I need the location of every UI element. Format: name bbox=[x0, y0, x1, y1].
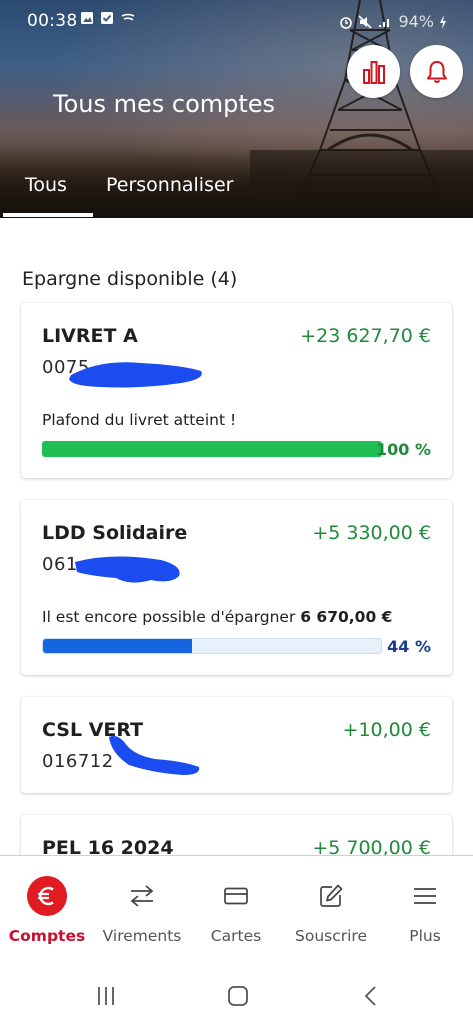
edit-icon bbox=[309, 876, 353, 916]
redaction-scribble bbox=[75, 556, 180, 583]
alarm-icon bbox=[340, 16, 353, 29]
nav-label: Plus bbox=[409, 927, 441, 945]
menu-icon bbox=[403, 876, 447, 916]
bar-chart-icon bbox=[362, 60, 385, 84]
recent-apps-button[interactable] bbox=[91, 981, 121, 1011]
header: 00:38 94% Tous mes comptes Tous Personna… bbox=[0, 0, 473, 218]
account-card-csl-vert[interactable]: CSL VERT +10,00 € 016712 bbox=[21, 697, 452, 793]
nav-item-plus[interactable]: Plus bbox=[378, 856, 472, 968]
account-name: LDD Solidaire bbox=[42, 522, 188, 544]
status-time: 00:38 bbox=[27, 11, 78, 31]
account-card-ldd-solidaire[interactable]: LDD Solidaire +5 330,00 € 061 Il est enc… bbox=[21, 500, 452, 675]
progress-percentage: 44 % bbox=[387, 637, 431, 656]
mute-icon bbox=[358, 14, 373, 29]
nav-label: Virements bbox=[102, 927, 182, 945]
active-tab-indicator bbox=[3, 213, 93, 217]
recent-apps-icon bbox=[98, 987, 114, 1005]
progress-bar bbox=[42, 638, 382, 654]
nav-label: Comptes bbox=[8, 927, 86, 945]
note-amount: 6 670,00 € bbox=[300, 608, 393, 626]
home-button[interactable] bbox=[223, 981, 253, 1011]
battery-charging-icon bbox=[440, 14, 446, 29]
nav-item-comptes[interactable]: Comptes bbox=[0, 856, 94, 968]
transfer-arrows-icon bbox=[120, 876, 164, 916]
home-icon bbox=[228, 986, 248, 1006]
wind-icon bbox=[121, 13, 135, 21]
bell-icon bbox=[426, 60, 447, 83]
page-title: Tous mes comptes bbox=[53, 90, 276, 118]
back-icon bbox=[364, 986, 376, 1006]
euro-icon bbox=[25, 876, 69, 916]
back-button[interactable] bbox=[356, 981, 386, 1011]
card-icon bbox=[214, 876, 258, 916]
progress-bar bbox=[42, 441, 382, 457]
stats-button[interactable] bbox=[347, 45, 400, 98]
image-icon bbox=[81, 12, 93, 24]
tab-customize[interactable]: Personnaliser bbox=[106, 174, 234, 196]
account-number: 016712 bbox=[42, 751, 114, 772]
account-number: 0075 bbox=[42, 357, 90, 378]
account-balance: +10,00 € bbox=[342, 719, 431, 741]
nav-item-cartes[interactable]: Cartes bbox=[189, 856, 283, 968]
tab-all[interactable]: Tous bbox=[25, 174, 67, 196]
battery-percentage: 94% bbox=[398, 12, 434, 31]
account-name: LIVRET A bbox=[42, 325, 138, 347]
nav-label: Cartes bbox=[210, 927, 262, 945]
checkbox-icon bbox=[101, 12, 113, 24]
tab-bar: Tous Personnaliser bbox=[0, 168, 473, 218]
notifications-button[interactable] bbox=[410, 45, 463, 98]
nav-label: Souscrire bbox=[295, 927, 367, 945]
system-navigation-bar bbox=[0, 967, 473, 1024]
account-name: CSL VERT bbox=[42, 719, 144, 741]
progress-fill bbox=[42, 441, 382, 457]
status-bar: 00:38 94% bbox=[0, 0, 473, 40]
note-text: Il est encore possible d'épargner bbox=[42, 608, 301, 626]
bottom-navigation: Comptes Virements Cartes Souscrire Plus bbox=[0, 855, 473, 967]
account-balance: +5 330,00 € bbox=[312, 522, 431, 544]
nav-item-souscrire[interactable]: Souscrire bbox=[284, 856, 378, 968]
status-notification-icons bbox=[80, 11, 136, 25]
nav-item-virements[interactable]: Virements bbox=[95, 856, 189, 968]
progress-fill bbox=[43, 639, 192, 653]
signal-icon bbox=[379, 18, 390, 27]
account-card-livret-a[interactable]: LIVRET A +23 627,70 € 0075 Plafond du li… bbox=[21, 303, 452, 478]
account-number: 061 bbox=[42, 554, 78, 575]
progress-percentage: 100 % bbox=[376, 440, 431, 459]
section-title: Epargne disponible (4) bbox=[22, 268, 238, 290]
account-balance: +23 627,70 € bbox=[300, 325, 431, 347]
account-note: Plafond du livret atteint ! bbox=[42, 411, 237, 429]
status-system-icons: 94% bbox=[339, 12, 447, 31]
account-note: Il est encore possible d'épargner 6 670,… bbox=[42, 608, 392, 626]
